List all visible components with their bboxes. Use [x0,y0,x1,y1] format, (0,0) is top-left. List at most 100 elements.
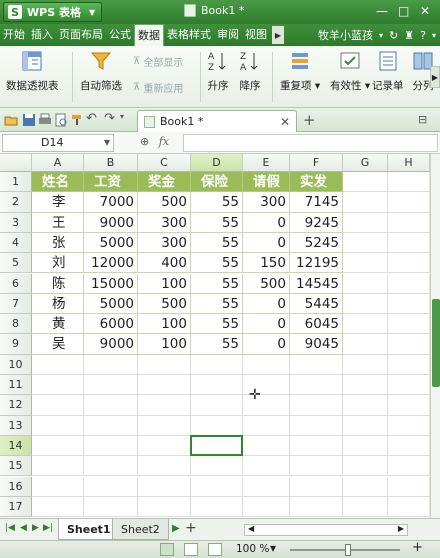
empty-cell[interactable] [388,415,430,436]
empty-cell[interactable] [343,496,388,518]
empty-cell[interactable] [290,395,343,416]
table-cell[interactable]: 55 [191,232,243,254]
shirt-icon[interactable]: ♜ [404,29,414,42]
empty-cell[interactable] [191,395,243,416]
row-header-11[interactable]: 11 [0,375,32,396]
empty-cell[interactable] [290,375,343,396]
empty-cell[interactable] [191,375,243,396]
empty-cell[interactable] [343,354,388,375]
table-header-cell[interactable]: 请假 [243,172,290,193]
autofilter-button[interactable]: 自动筛选 [80,50,122,93]
menu-item-view[interactable]: 视图 [242,24,270,46]
table-cell[interactable]: 14545 [290,273,343,294]
zoom-in-icon[interactable]: + [412,540,423,555]
empty-cell[interactable] [191,415,243,436]
formula-input[interactable] [183,134,438,152]
empty-cell[interactable] [84,435,138,457]
empty-cell[interactable] [32,395,84,416]
table-cell[interactable]: 7145 [290,192,343,213]
horizontal-scrollbar[interactable]: ◀ ▶ [244,524,408,536]
empty-cell[interactable] [32,354,84,375]
empty-cell[interactable] [84,456,138,477]
empty-cell[interactable] [138,354,191,375]
menu-item-table-style[interactable]: 表格样式 [164,24,214,46]
empty-cell[interactable] [343,375,388,396]
spreadsheet-grid[interactable]: A B C D E F G H 1 姓名 工资 奖金 保险 请假 实发 2 李 7000 500 55 300 7145 3… [0,154,430,518]
empty-cell[interactable] [32,435,84,457]
refresh-icon[interactable]: ↻ [389,29,398,42]
empty-cell[interactable] [138,415,191,436]
select-all-corner[interactable] [0,154,32,172]
empty-cell[interactable] [388,334,430,355]
empty-cell[interactable] [243,456,290,477]
table-cell[interactable]: 陈 [32,273,84,294]
empty-cell[interactable] [388,192,430,213]
scroll-left-icon[interactable]: ◀ [248,524,254,533]
table-cell[interactable]: 500 [138,192,191,213]
sheet-tab-sheet1[interactable]: Sheet1 [58,519,120,540]
empty-cell[interactable] [138,456,191,477]
table-cell[interactable]: 150 [243,253,290,274]
table-cell[interactable]: 0 [243,212,290,233]
empty-cell[interactable] [388,253,430,274]
table-cell[interactable]: 300 [138,212,191,233]
row-header-14[interactable]: 14 [0,435,32,457]
menu-item-data[interactable]: 数据 [134,24,164,46]
empty-cell[interactable] [84,415,138,436]
row-header-2[interactable]: 2 [0,192,32,213]
empty-cell[interactable] [243,435,290,457]
open-folder-icon[interactable] [4,113,18,127]
scroll-right-icon[interactable]: ▶ [398,524,404,533]
prev-sheet-icon[interactable]: ◀ [20,523,27,533]
normal-view-icon[interactable] [160,543,174,556]
zoom-out-icon[interactable]: ▾ [270,541,276,555]
empty-cell[interactable] [343,476,388,497]
row-header-6[interactable]: 6 [0,273,32,294]
sort-ascending-button[interactable]: A Z 升序 [207,50,229,93]
table-cell[interactable]: 300 [138,232,191,254]
empty-cell[interactable] [343,253,388,274]
table-cell[interactable]: 吴 [32,334,84,355]
table-cell[interactable]: 6000 [84,314,138,335]
table-cell[interactable]: 0 [243,334,290,355]
empty-cell[interactable] [290,456,343,477]
sort-descending-button[interactable]: Z A 降序 [239,50,261,93]
row-header-7[interactable]: 7 [0,293,32,315]
empty-cell[interactable] [343,293,388,315]
table-cell[interactable]: 5445 [290,293,343,315]
scroll-sheets-icon[interactable]: ▶ [172,523,180,534]
empty-cell[interactable] [388,212,430,233]
row-header-12[interactable]: 12 [0,395,32,416]
column-header-d[interactable]: D [191,154,243,172]
table-cell[interactable]: 55 [191,212,243,233]
table-cell[interactable]: 9000 [84,334,138,355]
table-cell[interactable]: 500 [243,273,290,294]
table-header-cell[interactable]: 姓名 [32,172,84,193]
table-cell[interactable]: 100 [138,273,191,294]
empty-cell[interactable] [191,354,243,375]
empty-cell[interactable] [84,395,138,416]
app-menu-button[interactable]: S WPS 表格 ▼ [3,2,102,22]
empty-cell[interactable] [138,435,191,457]
table-cell[interactable]: 55 [191,273,243,294]
empty-cell[interactable] [388,273,430,294]
empty-cell[interactable] [32,476,84,497]
empty-cell[interactable] [388,172,430,193]
table-cell[interactable]: 0 [243,232,290,254]
page-break-view-icon[interactable] [184,543,198,556]
column-header-e[interactable]: E [243,154,290,172]
add-sheet-icon[interactable]: + [185,520,197,536]
empty-cell[interactable] [84,496,138,518]
chevron-down-icon[interactable]: ▾ [432,31,436,40]
table-cell[interactable]: 黄 [32,314,84,335]
row-header-5[interactable]: 5 [0,253,32,274]
close-tab-icon[interactable]: ✕ [280,115,290,129]
empty-cell[interactable] [243,476,290,497]
table-cell[interactable]: 15000 [84,273,138,294]
table-cell[interactable]: 5000 [84,293,138,315]
tab-list-icon[interactable]: ⊟ [418,113,427,126]
menu-item-insert[interactable]: 插入 [28,24,56,46]
table-cell[interactable]: 55 [191,334,243,355]
empty-cell[interactable] [343,273,388,294]
pivot-table-button[interactable]: 数据透视表 [6,50,59,93]
